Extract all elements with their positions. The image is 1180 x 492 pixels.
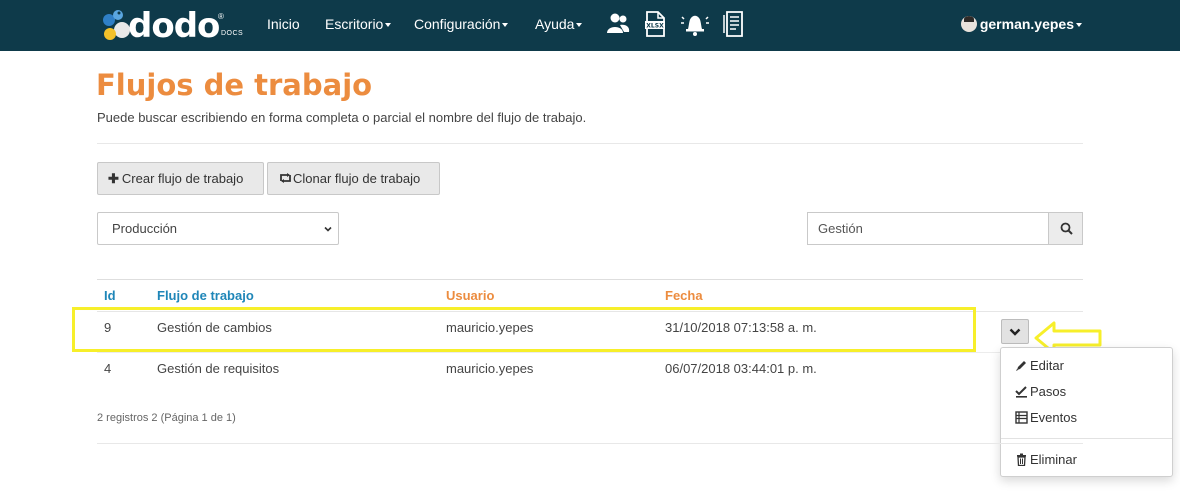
create-workflow-label: Crear flujo de trabajo [121, 171, 244, 186]
nav-configuracion[interactable]: Configuración [414, 0, 509, 51]
menu-item-eventos-label: Eventos [1030, 410, 1077, 425]
check-steps-icon [1015, 386, 1027, 398]
caret-down-icon [1076, 23, 1082, 28]
search-input[interactable] [807, 212, 1049, 245]
column-header-usuario[interactable]: Usuario [446, 288, 494, 303]
nav-ayuda-label: Ayuda [535, 16, 575, 32]
nav-configuracion-label: Configuración [414, 16, 501, 32]
caret-down-icon [502, 23, 509, 28]
brand-name: dodo [128, 6, 220, 46]
report-icon[interactable] [722, 11, 746, 37]
menu-item-eliminar-label: Eliminar [1030, 452, 1077, 467]
environment-select[interactable]: Producción [97, 212, 339, 245]
clone-workflow-button[interactable]: Clonar flujo de trabajo [267, 162, 440, 195]
brand-suffix: DOCS [221, 30, 244, 37]
row-highlight-annotation [72, 307, 976, 352]
menu-item-editar[interactable]: Editar [1015, 358, 1064, 373]
cell-usuario: mauricio.yepes [446, 361, 534, 376]
create-workflow-button[interactable]: ✚ Crear flujo de trabajo [97, 162, 264, 195]
chevron-down-icon [1009, 328, 1021, 336]
bell-icon[interactable] [681, 11, 709, 37]
menu-item-eliminar[interactable]: Eliminar [1015, 452, 1077, 467]
brand-logo[interactable]: dodo ® DOCS [100, 6, 245, 46]
page-title: Flujos de trabajo [96, 68, 373, 102]
retweet-icon [280, 173, 291, 183]
nav-inicio[interactable]: Inicio [267, 0, 300, 51]
cell-flujo: Gestión de requisitos [157, 361, 280, 376]
caret-down-icon [385, 23, 392, 28]
menu-item-pasos[interactable]: Pasos [1015, 384, 1066, 399]
cell-fecha: 06/07/2018 03:44:01 p. m. [665, 361, 817, 376]
row-actions-toggle[interactable] [1001, 319, 1029, 344]
search-button[interactable] [1048, 212, 1083, 245]
column-header-flujo[interactable]: Flujo de trabajo [157, 288, 254, 303]
user-menu[interactable]: german.yepes [960, 0, 1082, 51]
table-top-border [97, 279, 1083, 280]
menu-divider [1001, 438, 1172, 439]
chevron-down-icon [324, 226, 332, 232]
search-icon [1060, 222, 1073, 235]
xlsx-file-icon[interactable]: XLSX [643, 11, 667, 37]
menu-item-editar-label: Editar [1030, 358, 1064, 373]
user-name: german.yepes [979, 16, 1074, 32]
trash-icon [1017, 453, 1026, 466]
brand-registered: ® [218, 12, 224, 21]
pagination-summary: 2 registros 2 (Página 1 de 1) [97, 412, 236, 424]
environment-selected-value: Producción [112, 221, 178, 236]
caret-down-icon [576, 23, 583, 28]
column-header-id[interactable]: Id [104, 288, 116, 303]
list-table-icon [1015, 411, 1028, 424]
menu-item-pasos-label: Pasos [1030, 384, 1067, 399]
cell-id: 4 [104, 361, 112, 376]
users-icon[interactable] [606, 11, 630, 37]
column-header-fecha[interactable]: Fecha [665, 288, 703, 303]
nav-ayuda[interactable]: Ayuda [535, 0, 583, 51]
nav-escritorio[interactable]: Escritorio [325, 0, 392, 51]
menu-item-eventos[interactable]: Eventos [1015, 410, 1077, 425]
plus-icon: ✚ [108, 171, 119, 186]
avatar [960, 16, 977, 32]
table-row[interactable]: 4 Gestión de requisitos mauricio.yepes 0… [97, 352, 1083, 392]
pencil-icon [1016, 361, 1026, 371]
divider [97, 443, 1083, 444]
row-actions-menu: Editar Pasos Eventos Eliminar [1000, 347, 1173, 477]
clone-workflow-label: Clonar flujo de trabajo [293, 171, 421, 186]
divider [97, 143, 1083, 144]
svg-text:XLSX: XLSX [646, 23, 664, 30]
nav-inicio-label: Inicio [267, 16, 300, 32]
page-subtitle: Puede buscar escribiendo en forma comple… [97, 110, 587, 125]
nav-escritorio-label: Escritorio [325, 16, 384, 32]
top-navbar: dodo ® DOCS Inicio Escritorio Configurac… [0, 0, 1180, 51]
